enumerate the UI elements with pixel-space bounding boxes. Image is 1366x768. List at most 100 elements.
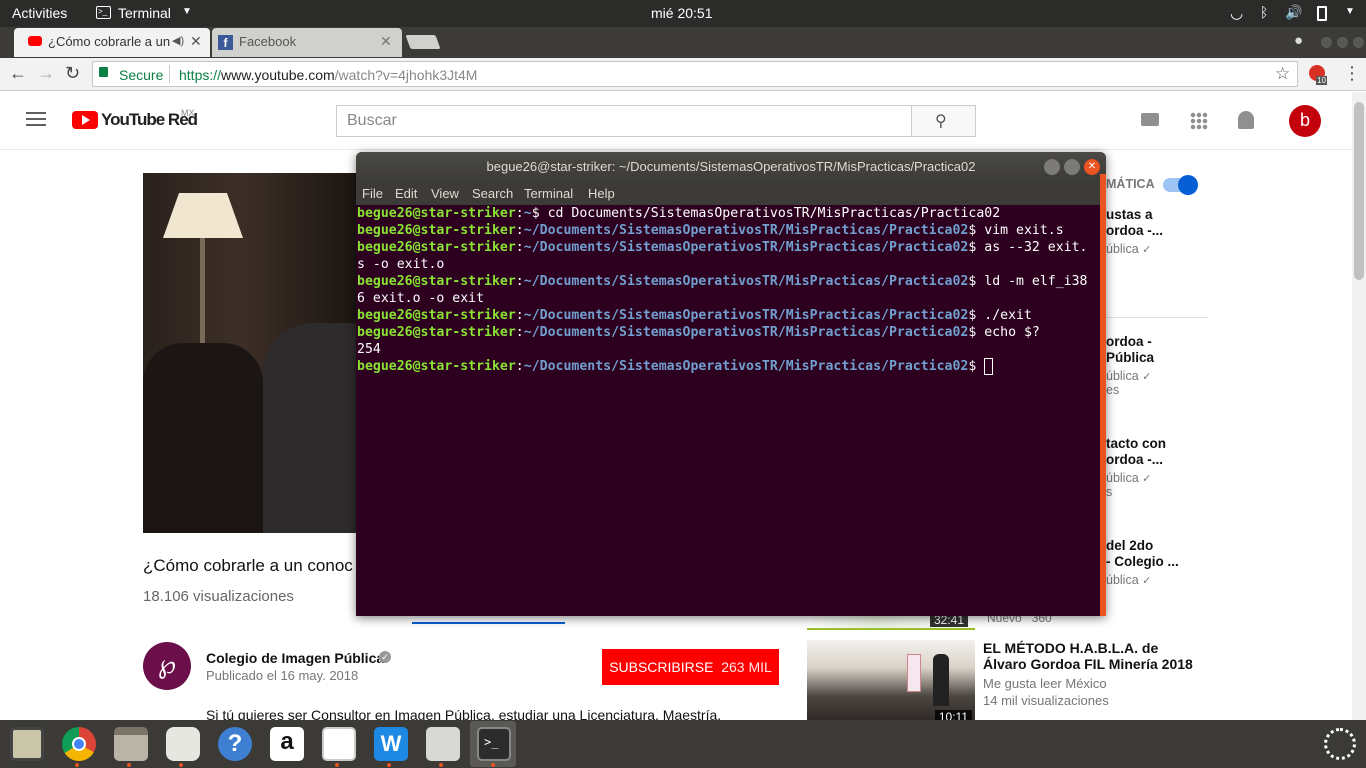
autoplay-toggle[interactable] [1163,175,1198,195]
browser-toolbar: ← → ↻ Secure https://www.youtube.com/wat… [0,58,1366,91]
maximize-icon[interactable] [1064,159,1080,175]
terminal-line: begue26@star-striker:~/Documents/Sistema… [357,325,1040,340]
close-tab-icon[interactable]: ✕ [380,33,392,50]
menu-help[interactable]: Help [588,186,615,201]
tab-youtube[interactable]: ¿Cómo cobrarle a un ◀) ✕ [14,28,210,57]
video-title: ¿Cómo cobrarle a un conoc [143,556,353,575]
clock[interactable]: mié 20:51 [651,5,712,21]
battery-icon[interactable] [1317,6,1327,21]
files-icon[interactable] [114,727,148,761]
related-item-1[interactable]: ustas a ordoa -... ública ✓ [1106,207,1163,256]
like-bar [412,622,565,624]
chrome-menu-icon[interactable]: ⋮ [1343,63,1361,84]
app-menu[interactable]: Terminal [118,5,171,21]
show-applications-icon[interactable] [1324,728,1356,760]
forward-icon[interactable]: → [37,63,55,84]
chrome-icon[interactable] [62,727,96,761]
bluetooth-icon[interactable]: ᛒ [1260,4,1268,20]
upload-video-icon[interactable] [1141,113,1159,126]
terminal-dock-icon[interactable]: >_ [477,727,511,761]
terminal-line: begue26@star-striker:~/Documents/Sistema… [357,223,1064,238]
lock-icon [99,67,108,77]
menu-view[interactable]: View [431,186,459,201]
volume-icon[interactable]: 🔊 [1285,4,1302,21]
terminal-line: begue26@star-striker:~/Documents/Sistema… [357,308,1032,323]
tab-facebook[interactable]: f Facebook ✕ [212,28,402,57]
back-icon[interactable]: ← [9,63,27,84]
minimize-window-icon[interactable] [1321,37,1332,48]
new-tab-button[interactable] [405,35,441,49]
backup-icon[interactable] [166,727,200,761]
related-thumbnail[interactable]: 10:11 [807,640,975,720]
settings-icon[interactable] [426,727,460,761]
running-indicator [335,763,339,767]
menu-terminal[interactable]: Terminal [524,186,573,201]
publish-date: Publicado el 16 may. 2018 [206,668,359,683]
secure-label: Secure [119,67,164,83]
search-input[interactable]: Buscar [336,105,912,137]
subscribe-button[interactable]: SUBSCRIBIRSE 263 MIL [602,649,779,685]
tab-title: ¿Cómo cobrarle a un [48,34,170,49]
text-editor-icon[interactable] [322,727,356,761]
related-item-5[interactable]: EL MÉTODO H.A.B.L.A. de Álvaro Gordoa FI… [983,640,1193,708]
reload-icon[interactable]: ↻ [65,63,80,84]
related-item-3[interactable]: tacto con ordoa -... ública ✓ s [1106,436,1166,499]
running-indicator [387,763,391,767]
minimize-icon[interactable] [1044,159,1060,175]
divider [1100,317,1208,318]
close-tab-icon[interactable]: ✕ [190,33,202,50]
terminal-line: begue26@star-striker:~/Documents/Sistema… [357,240,1088,255]
running-indicator [491,763,495,767]
terminal-line: 6 exit.o -o exit [357,291,485,306]
page-scrollbar[interactable] [1352,92,1366,720]
channel-name[interactable]: Colegio de Imagen Pública [206,650,384,666]
terminal-output[interactable]: begue26@star-striker:~$ cd Documents/Sis… [357,205,1101,616]
address-bar[interactable]: Secure https://www.youtube.com/watch?v=4… [92,61,1298,87]
activities-button[interactable]: Activities [12,5,67,21]
scrollbar-thumb[interactable] [1354,102,1364,280]
disks-icon[interactable] [10,727,44,761]
wps-writer-icon[interactable]: W [374,727,408,761]
notifications-bell-icon[interactable] [1238,111,1254,129]
system-menu-arrow-icon[interactable]: ▼ [1345,6,1355,17]
terminal-line: 254 [357,342,381,357]
profile-icon[interactable]: ● [1294,32,1303,49]
divider [169,65,170,83]
verified-icon: ✓ [379,651,391,663]
search-button[interactable]: ⚲ [911,105,976,137]
app-menu-arrow-icon[interactable]: ▼ [182,6,192,17]
person-image [263,323,357,533]
channel-avatar[interactable]: ℘ [143,642,191,690]
close-window-icon[interactable] [1353,37,1364,48]
apps-grid-icon[interactable] [1190,112,1208,130]
wifi-icon[interactable]: ◡ [1230,4,1243,22]
video-player[interactable] [143,173,357,533]
related-item-4[interactable]: del 2do - Colegio ... ública ✓ [1106,538,1179,587]
url-text: https://www.youtube.com/watch?v=4jhohk3J… [179,67,478,83]
terminal-line: begue26@star-striker:~$ cd Documents/Sis… [357,206,1001,221]
terminal-window[interactable]: begue26@star-striker: ~/Documents/Sistem… [356,152,1106,616]
close-icon[interactable]: ✕ [1084,159,1100,175]
help-icon[interactable]: ? [218,727,252,761]
banner-image [907,654,921,692]
autoplay-label: MÁTICA [1106,177,1155,191]
related-item-2[interactable]: ordoa - Pública ública ✓ es [1106,334,1154,397]
bookmark-star-icon[interactable]: ☆ [1275,64,1290,84]
hamburger-menu-icon[interactable] [26,112,46,114]
running-indicator [127,763,131,767]
amazon-icon[interactable]: a [270,727,304,761]
menu-edit[interactable]: Edit [395,186,417,201]
menu-file[interactable]: File [362,186,383,201]
lamp-image [163,193,243,238]
audio-playing-icon[interactable]: ◀) [172,34,184,47]
maximize-window-icon[interactable] [1337,37,1348,48]
avatar[interactable]: b [1289,105,1321,137]
terminal-scrollbar[interactable] [1100,174,1106,616]
chrome-center-icon [72,737,86,751]
menu-search[interactable]: Search [472,186,513,201]
youtube-logo-icon[interactable] [72,111,98,129]
youtube-favicon-icon [28,36,42,46]
search-icon: ⚲ [935,113,947,130]
terminal-titlebar[interactable]: begue26@star-striker: ~/Documents/Sistem… [356,152,1106,182]
extension-badge: 10 [1316,76,1327,85]
